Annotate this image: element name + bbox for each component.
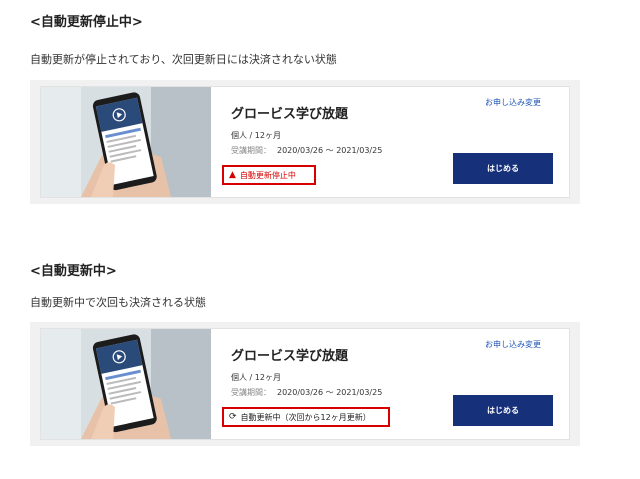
period-label: 受講期間： bbox=[231, 146, 271, 155]
section-description-auto: 自動更新中で次回も決済される状態 bbox=[30, 296, 206, 309]
course-title: グロービス学び放題 bbox=[231, 349, 349, 364]
auto-renewal-status-badge: ▲ 自動更新停止中 bbox=[222, 165, 316, 185]
period-label: 受講期間： bbox=[231, 388, 271, 397]
subscription-panel-stopped: グロービス学び放題 個人 / 12ヶ月 受講期間： 2020/03/26 〜 20… bbox=[30, 80, 580, 204]
subscription-panel-auto: グロービス学び放題 個人 / 12ヶ月 受講期間： 2020/03/26 〜 20… bbox=[30, 322, 580, 446]
course-title: グロービス学び放題 bbox=[231, 107, 349, 122]
course-thumbnail-image bbox=[41, 329, 211, 439]
course-thumbnail-image bbox=[41, 87, 211, 197]
start-button[interactable]: はじめる bbox=[453, 395, 553, 426]
refresh-icon: ⟳ bbox=[229, 411, 237, 422]
plan-info: 個人 / 12ヶ月 bbox=[231, 373, 281, 382]
plan-info: 個人 / 12ヶ月 bbox=[231, 131, 281, 140]
section-heading-auto: <自動更新中> bbox=[30, 264, 117, 279]
change-subscription-link[interactable]: お申し込み変更 bbox=[485, 97, 541, 108]
period-value: 2020/03/26 〜 2021/03/25 bbox=[277, 388, 383, 397]
warning-icon: ▲ bbox=[229, 169, 236, 180]
course-card: グロービス学び放題 個人 / 12ヶ月 受講期間： 2020/03/26 〜 20… bbox=[40, 86, 570, 198]
subscription-period: 受講期間： 2020/03/26 〜 2021/03/25 bbox=[231, 387, 382, 398]
section-description-stopped: 自動更新が停止されており、次回更新日には決済されない状態 bbox=[30, 53, 337, 66]
subscription-period: 受講期間： 2020/03/26 〜 2021/03/25 bbox=[231, 145, 382, 156]
start-button[interactable]: はじめる bbox=[453, 153, 553, 184]
course-card: グロービス学び放題 個人 / 12ヶ月 受講期間： 2020/03/26 〜 20… bbox=[40, 328, 570, 440]
status-text: 自動更新停止中 bbox=[239, 170, 296, 180]
change-subscription-link[interactable]: お申し込み変更 bbox=[485, 339, 541, 350]
status-text: 自動更新中（次回から12ヶ月更新） bbox=[240, 412, 371, 422]
period-value: 2020/03/26 〜 2021/03/25 bbox=[277, 146, 383, 155]
section-heading-stopped: <自動更新停止中> bbox=[30, 15, 143, 30]
auto-renewal-status-badge: ⟳ 自動更新中（次回から12ヶ月更新） bbox=[222, 407, 390, 427]
